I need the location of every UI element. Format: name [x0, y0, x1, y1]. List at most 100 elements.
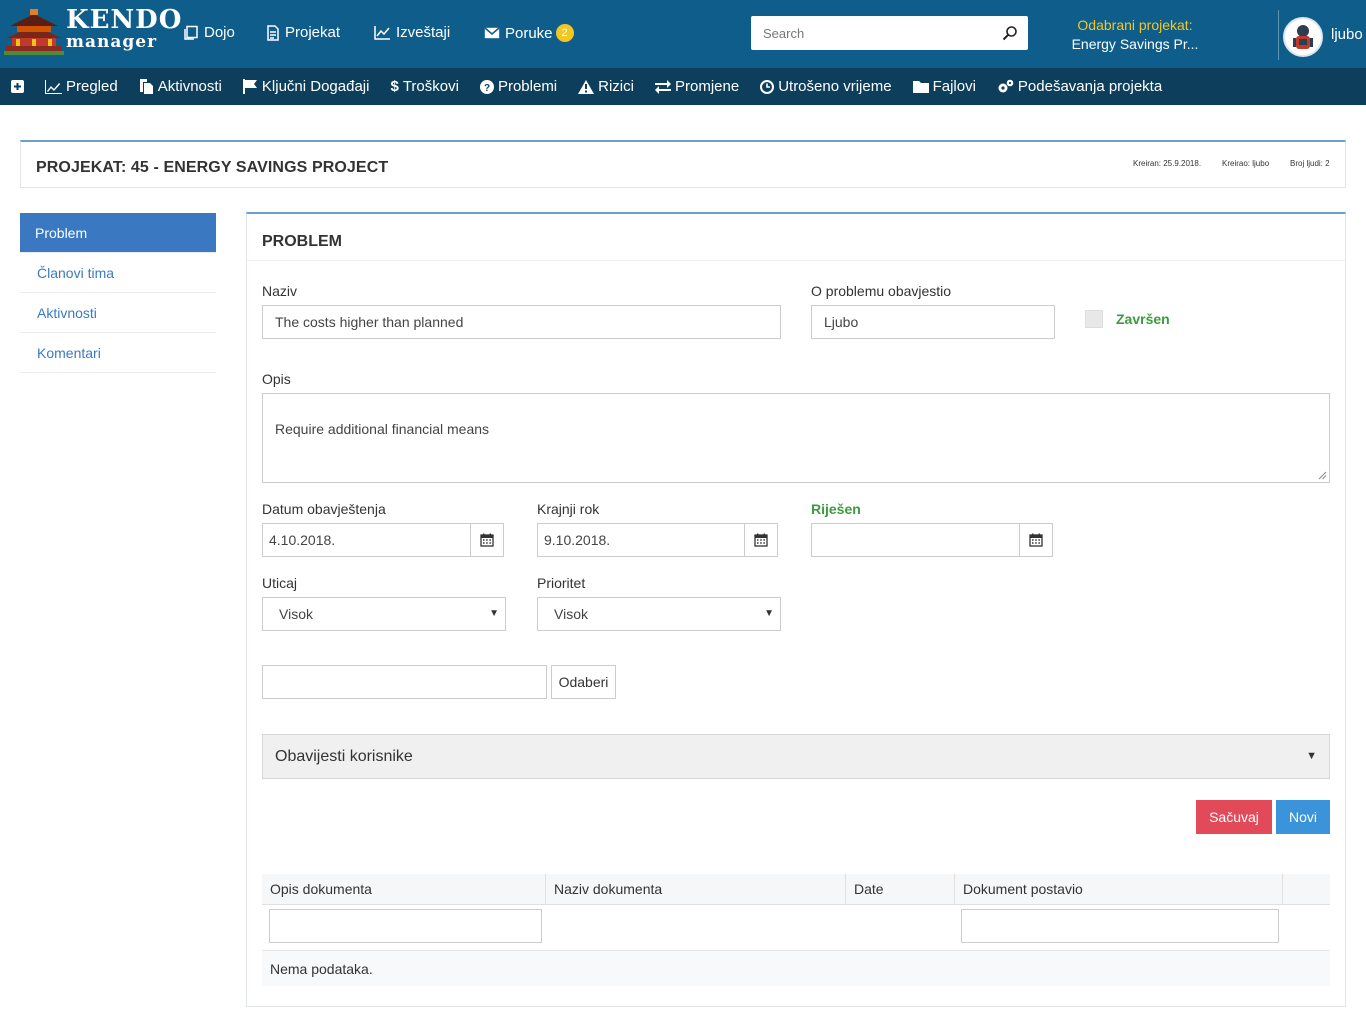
avatar[interactable]: [1283, 17, 1323, 57]
subnav-utroseno-vrijeme[interactable]: Utrošeno vrijeme: [760, 78, 892, 95]
nav-izvestaji-label: Izveštaji: [396, 24, 451, 41]
subnav-label: Rizici: [598, 78, 634, 95]
subnav-troskovi[interactable]: $ Troškovi: [390, 78, 458, 95]
panel-title: PROBLEM: [262, 233, 342, 250]
search-icon[interactable]: [1002, 25, 1018, 41]
zavrsen-label: Završen: [1116, 311, 1170, 327]
chart-icon: [374, 26, 390, 40]
selected-project-label: Odabrani projekat:: [1077, 17, 1193, 33]
rijesen-value: [812, 524, 1019, 556]
nav-dojo-label: Dojo: [204, 24, 235, 41]
subnav-promjene[interactable]: Promjene: [654, 78, 740, 95]
user-name[interactable]: ljubo: [1331, 26, 1363, 43]
column-header-naziv[interactable]: Naziv dokumenta: [546, 874, 846, 905]
resize-handle-icon[interactable]: [1318, 471, 1327, 480]
file-name-input[interactable]: [262, 665, 547, 699]
folder-icon: [912, 81, 929, 93]
calendar-button[interactable]: [470, 524, 503, 556]
uticaj-value: Visok: [279, 606, 313, 622]
side-menu-komentari[interactable]: Komentari: [20, 333, 216, 373]
subnav-rizici[interactable]: Rizici: [578, 78, 634, 95]
calendar-button[interactable]: [744, 524, 777, 556]
people-count: Broj ljudi: 2: [1290, 159, 1330, 168]
project-header: PROJEKAT: 45 - ENERGY SAVINGS PROJECT Kr…: [20, 140, 1346, 188]
gears-icon: [998, 79, 1014, 93]
dollar-icon: $: [390, 78, 399, 95]
messages-count-badge: 2: [555, 24, 574, 42]
subnav-kljucni-dogadaji[interactable]: Ključni Događaji: [242, 78, 370, 95]
subnav-fajlovi[interactable]: Fajlovi: [912, 78, 976, 95]
selected-project[interactable]: Odabrani projekat: Energy Savings Pr...: [1040, 16, 1230, 54]
subnav-label: Promjene: [674, 78, 740, 95]
search-box: [751, 16, 1028, 50]
envelope-icon: [484, 27, 500, 39]
rok-label: Krajnji rok: [537, 501, 600, 517]
rijesen-datepicker[interactable]: [811, 523, 1053, 557]
add-button[interactable]: [11, 80, 24, 93]
notify-users-dropdown[interactable]: Obavijesti korisnike ▼: [262, 734, 1330, 779]
subnav-label: Ključni Događaji: [261, 78, 370, 95]
caret-down-icon: ▼: [764, 608, 774, 619]
opis-text: Require additional financial means: [275, 421, 490, 437]
notify-users-label: Obavijesti korisnike: [275, 748, 413, 765]
caret-down-icon: ▼: [1306, 750, 1317, 762]
side-menu-problem[interactable]: Problem: [20, 213, 216, 253]
file-icon: [267, 24, 279, 41]
filter-opis-input[interactable]: [269, 909, 542, 943]
subnav-podesavanja-projekta[interactable]: Podešavanja projekta: [997, 78, 1162, 95]
column-header-postavio[interactable]: Dokument postavio: [955, 874, 1283, 905]
subnav-problemi[interactable]: ? Problemi: [479, 78, 558, 95]
prioritet-value: Visok: [554, 606, 588, 622]
divider: [1278, 10, 1279, 60]
subnav-label: Podešavanja projekta: [1017, 78, 1163, 95]
prioritet-select[interactable]: Visok ▼: [537, 597, 781, 631]
created-date: Kreiran: 25.9.2018.: [1133, 159, 1202, 168]
subnav-aktivnosti[interactable]: Aktivnosti: [139, 78, 222, 95]
column-header-date[interactable]: Date: [846, 874, 954, 905]
calendar-icon: [480, 533, 494, 547]
project-title: PROJEKAT: 45 - ENERGY SAVINGS PROJECT: [36, 159, 389, 176]
subnav-label: Pregled: [66, 78, 118, 95]
search-input[interactable]: [751, 16, 991, 50]
datum-label: Datum obavještenja: [262, 501, 386, 517]
column-header-opis[interactable]: Opis dokumenta: [262, 874, 546, 905]
side-menu-clanovi-tima[interactable]: Članovi tima: [20, 253, 216, 293]
nav-projekat-label: Projekat: [285, 24, 341, 41]
uticaj-select[interactable]: Visok ▼: [262, 597, 506, 631]
project-subnav: Pregled Aktivnosti Ključni Događaji $ Tr…: [0, 68, 1366, 105]
flag-icon: [242, 79, 257, 94]
save-button[interactable]: Sačuvaj: [1196, 800, 1272, 834]
filter-postavio-input[interactable]: [961, 909, 1279, 943]
new-button[interactable]: Novi: [1276, 800, 1330, 834]
nav-poruke[interactable]: Poruke 2: [484, 24, 574, 42]
caret-down-icon: ▼: [489, 608, 499, 619]
selected-project-name: Energy Savings Pr...: [1071, 36, 1199, 52]
files-icon: [139, 79, 153, 94]
subnav-pregled[interactable]: Pregled: [45, 78, 118, 95]
nav-dojo[interactable]: Dojo: [183, 24, 235, 41]
naziv-input[interactable]: The costs higher than planned: [262, 305, 781, 339]
subnav-label: Fajlovi: [932, 78, 976, 95]
side-menu-aktivnosti[interactable]: Aktivnosti: [20, 293, 216, 333]
uticaj-label: Uticaj: [262, 575, 298, 591]
nav-projekat[interactable]: Projekat: [266, 24, 340, 41]
temple-icon: [4, 9, 64, 55]
top-bar: KENDO manager Dojo Projekat Izveštaji Po…: [0, 0, 1366, 68]
svg-text:?: ?: [484, 83, 490, 94]
datum-datepicker[interactable]: 4.10.2018.: [262, 523, 504, 557]
copy-icon: [184, 25, 198, 40]
opis-textarea[interactable]: Require additional financial means: [262, 393, 1330, 483]
subnav-label: Aktivnosti: [157, 78, 222, 95]
calendar-button[interactable]: [1019, 524, 1052, 556]
kendo-manager-logo[interactable]: KENDO manager: [4, 7, 181, 60]
nav-izvestaji[interactable]: Izveštaji: [374, 24, 450, 41]
rok-datepicker[interactable]: 9.10.2018.: [537, 523, 778, 557]
logo-title: KENDO: [66, 5, 183, 35]
reporter-input[interactable]: Ljubo: [811, 305, 1055, 339]
odaberi-button[interactable]: Odaberi: [551, 665, 616, 699]
reporter-label: O problemu obavjestio: [811, 283, 952, 299]
subnav-label: Problemi: [497, 78, 558, 95]
line-chart-icon: [45, 79, 62, 94]
datum-value: 4.10.2018.: [269, 532, 336, 548]
zavrsen-checkbox[interactable]: [1085, 310, 1103, 328]
